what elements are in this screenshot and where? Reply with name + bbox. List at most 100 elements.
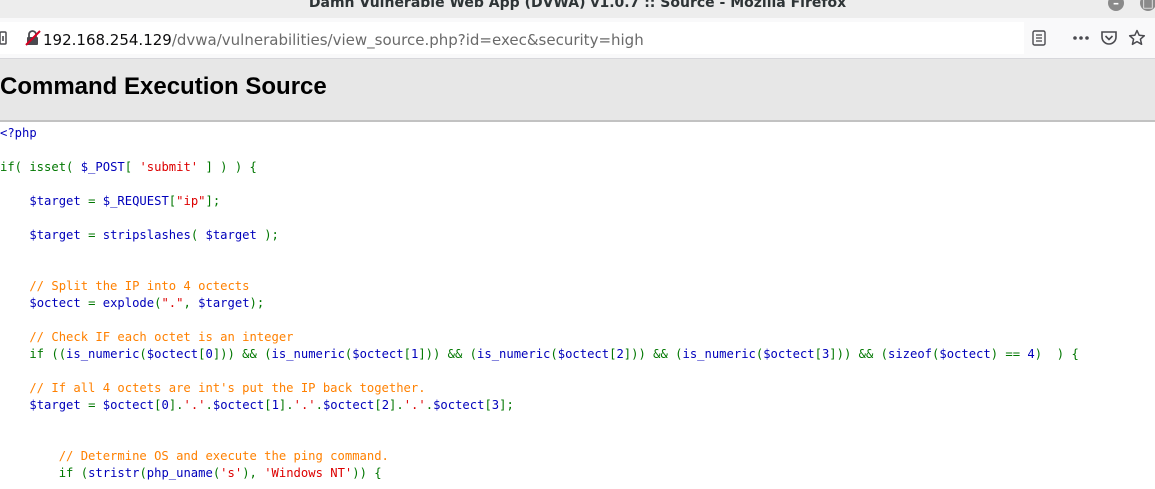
- code-token: $octect: [352, 347, 404, 361]
- page-actions-icon[interactable]: [1072, 31, 1090, 45]
- code-token: $target: [29, 228, 81, 242]
- code-token: ];: [205, 194, 221, 208]
- code-token: =: [80, 296, 103, 310]
- code-line-10: $target = $octect[0].'.'.$octect[1].'.'.…: [0, 397, 514, 414]
- code-token: '.': [403, 398, 426, 412]
- code-token: $octect: [146, 347, 199, 361]
- code-line-3: $target = $_REQUEST["ip"];: [0, 193, 220, 210]
- code-line-12: if (stristr(php_uname('s'), 'Windows NT'…: [0, 465, 382, 482]
- code-token: 'Windows NT': [264, 466, 353, 480]
- code-token: .: [315, 398, 323, 412]
- code-comment: // Determine OS and execute the ping com…: [0, 449, 389, 463]
- code-token: "ip": [176, 194, 206, 208]
- code-token: 0: [161, 398, 169, 412]
- code-token: ].: [168, 398, 184, 412]
- code-line-5: // Split the IP into 4 octects: [0, 278, 249, 295]
- insecure-lock-icon[interactable]: [24, 29, 42, 47]
- code-comment: // Split the IP into 4 octects: [0, 279, 250, 293]
- url-text[interactable]: 192.168.254.129/dvwa/vulnerabilities/vie…: [43, 31, 644, 49]
- code-token: 2: [381, 398, 390, 412]
- code-token: [: [484, 398, 492, 412]
- maximize-icon[interactable]: □: [1140, 0, 1155, 11]
- code-token: stristr: [88, 466, 140, 480]
- code-token: [: [374, 398, 382, 412]
- reader-view-icon[interactable]: [1032, 30, 1046, 46]
- code-token: (: [139, 347, 147, 361]
- window-title: Damn Vulnerable Web App (DVWA) v1.0.7 ::…: [308, 0, 847, 11]
- code-token: ) ) {: [1034, 347, 1079, 361]
- code-token: );: [256, 228, 279, 242]
- code-token: ),: [242, 466, 265, 480]
- info-icon[interactable]: [0, 30, 9, 46]
- code-token: is_numeric: [682, 347, 756, 361]
- url-path: /dvwa/vulnerabilities/view_source.php?id…: [171, 31, 644, 49]
- code-token: =: [80, 228, 103, 242]
- code-token: <?php: [0, 126, 37, 140]
- code-token: if (: [0, 466, 89, 480]
- code-token: );: [249, 296, 265, 310]
- url-host: 192.168.254.129: [43, 31, 172, 49]
- code-token: ,: [183, 296, 199, 310]
- page-header: Command Execution Source: [0, 59, 1155, 122]
- code-token: (: [139, 466, 147, 480]
- code-token: 4: [1027, 347, 1035, 361]
- page-title: Command Execution Source: [0, 73, 327, 100]
- code-token: )) {: [352, 466, 382, 480]
- code-token: $octect: [557, 347, 610, 361]
- code-token: explode: [102, 296, 155, 310]
- code-token: $target: [29, 398, 81, 412]
- code-line-8: if ((is_numeric($octect[0])) && (is_nume…: [0, 346, 1079, 363]
- code-token: .: [205, 398, 213, 412]
- code-token: stripslashes: [102, 228, 191, 242]
- address-bar[interactable]: 192.168.254.129/dvwa/vulnerabilities/vie…: [0, 22, 1046, 54]
- code-token: $octect: [763, 347, 815, 361]
- code-token: ])) && (: [623, 347, 683, 361]
- code-token: is_numeric: [66, 347, 140, 361]
- code-token: $octect: [212, 398, 265, 412]
- code-token: $target: [205, 228, 257, 242]
- code-token: $target: [198, 296, 250, 310]
- code-line-6: $octect = explode(".", $target);: [0, 295, 264, 312]
- code-token: ].: [278, 398, 294, 412]
- code-token: php_uname: [146, 466, 213, 480]
- code-token: is_numeric: [477, 347, 551, 361]
- code-token: is_numeric: [271, 347, 345, 361]
- code-line-4: $target = stripslashes( $target );: [0, 227, 279, 244]
- code-token: if ((: [0, 347, 67, 361]
- window-titlebar: Damn Vulnerable Web App (DVWA) v1.0.7 ::…: [0, 0, 1155, 18]
- code-token: (: [550, 347, 558, 361]
- code-token: '.': [183, 398, 206, 412]
- code-token: [: [403, 347, 411, 361]
- code-token: '.': [293, 398, 316, 412]
- code-token: =: [80, 398, 103, 412]
- source-code: <?php if( isset( $_POST[ 'submit' ] ) ) …: [0, 122, 1155, 489]
- code-token: 'submit': [139, 160, 199, 174]
- code-token: $octect: [29, 296, 81, 310]
- code-token: [: [814, 347, 822, 361]
- code-token: 's': [220, 466, 243, 480]
- code-token: ].: [389, 398, 404, 412]
- code-token: 1: [271, 398, 279, 412]
- code-token: $_POST: [80, 160, 125, 174]
- code-token: ];: [499, 398, 514, 412]
- code-line-11: // Determine OS and execute the ping com…: [0, 448, 389, 465]
- code-comment: // If all 4 octets are int's put the IP …: [0, 381, 426, 395]
- code-token: if( isset(: [0, 160, 81, 174]
- code-token: .: [425, 398, 434, 412]
- bookmark-star-icon[interactable]: [1128, 29, 1146, 47]
- navigation-toolbar: 192.168.254.129/dvwa/vulnerabilities/vie…: [0, 18, 1155, 59]
- code-token: (: [190, 228, 206, 242]
- code-token: [: [264, 398, 272, 412]
- code-token: $octect: [433, 398, 485, 412]
- code-token: ".": [161, 296, 184, 310]
- code-token: [: [124, 160, 140, 174]
- code-token: 2: [616, 347, 624, 361]
- pocket-icon[interactable]: [1100, 29, 1118, 47]
- code-line-1: <?php: [0, 125, 37, 142]
- code-token: ) ==: [990, 347, 1028, 361]
- code-token: $octect: [322, 398, 375, 412]
